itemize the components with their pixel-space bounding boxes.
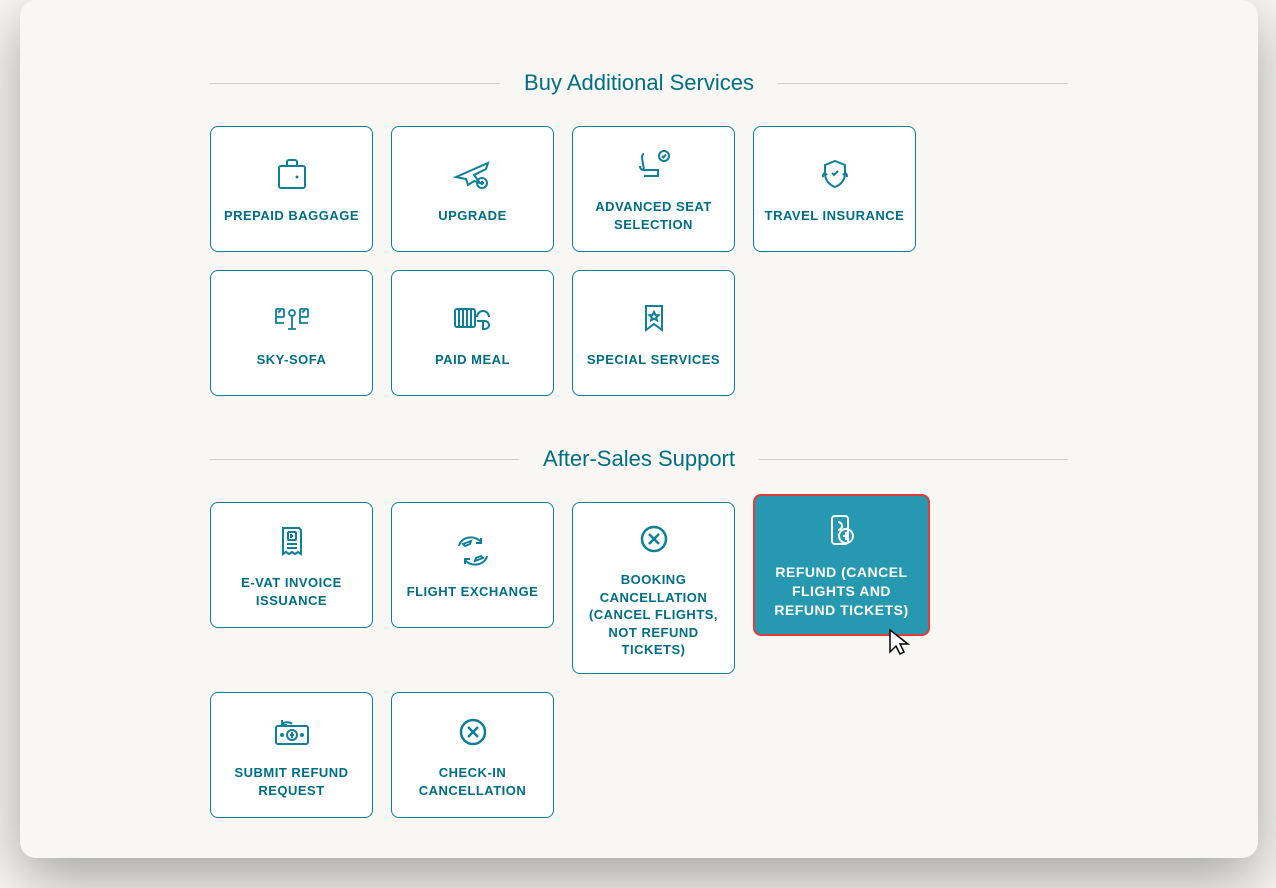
shield-icon <box>815 153 855 197</box>
card-label: SUBMIT REFUND REQUEST <box>219 764 364 799</box>
divider-line <box>210 83 500 84</box>
section-heading: Buy Additional Services <box>500 70 778 96</box>
card-label: SPECIAL SERVICES <box>587 351 720 369</box>
card-label: PAID MEAL <box>435 351 510 369</box>
main-panel: Buy Additional Services PREPAID BAGGAGE <box>20 0 1258 858</box>
card-label: CHECK-IN CANCELLATION <box>400 764 545 799</box>
divider-line <box>759 459 1068 460</box>
card-sky-sofa[interactable]: SKY-SOFA <box>210 270 373 396</box>
card-label: TRAVEL INSURANCE <box>765 207 905 225</box>
card-upgrade[interactable]: UPGRADE <box>391 126 554 252</box>
baggage-icon <box>273 153 311 197</box>
card-refund[interactable]: REFUND (CANCEL FLIGHTS AND REFUND TICKET… <box>753 494 930 636</box>
card-special-services[interactable]: SPECIAL SERVICES <box>572 270 735 396</box>
card-label: BOOKING CANCELLATION (CANCEL FLIGHTS, NO… <box>581 571 726 659</box>
divider-line <box>210 459 519 460</box>
card-label: SKY-SOFA <box>257 351 327 369</box>
card-label: PREPAID BAGGAGE <box>224 207 359 225</box>
card-label: E-VAT INVOICE ISSUANCE <box>219 574 364 609</box>
airplane-upgrade-icon <box>452 153 494 197</box>
bookmark-star-icon <box>640 297 668 341</box>
card-paid-meal[interactable]: PAID MEAL <box>391 270 554 396</box>
cancel-circle-icon <box>456 710 490 754</box>
card-flight-exchange[interactable]: FLIGHT EXCHANGE <box>391 502 554 628</box>
additional-services-grid: PREPAID BAGGAGE UPGRADE A <box>210 126 1068 396</box>
card-label: FLIGHT EXCHANGE <box>407 583 539 601</box>
refund-phone-icon <box>824 510 860 553</box>
card-prepaid-baggage[interactable]: PREPAID BAGGAGE <box>210 126 373 252</box>
after-sales-grid: E-VAT INVOICE ISSUANCE FLIGHT EXCHANGE <box>210 502 1068 818</box>
money-refund-icon <box>270 710 314 754</box>
card-label: REFUND (CANCEL FLIGHTS AND REFUND TICKET… <box>763 563 920 620</box>
sofa-seats-icon <box>270 297 314 341</box>
seat-icon <box>634 144 674 188</box>
section-heading: After-Sales Support <box>519 446 759 472</box>
invoice-icon <box>277 520 307 564</box>
divider-line <box>778 83 1068 84</box>
meal-icon <box>451 297 495 341</box>
card-booking-cancellation[interactable]: BOOKING CANCELLATION (CANCEL FLIGHTS, NO… <box>572 502 735 674</box>
section-title-aftersales: After-Sales Support <box>210 446 1068 472</box>
card-checkin-cancellation[interactable]: CHECK-IN CANCELLATION <box>391 692 554 818</box>
card-label: UPGRADE <box>438 207 507 225</box>
exchange-icon <box>453 529 493 573</box>
cancel-circle-icon <box>637 517 671 561</box>
card-evat-invoice[interactable]: E-VAT INVOICE ISSUANCE <box>210 502 373 628</box>
card-travel-insurance[interactable]: TRAVEL INSURANCE <box>753 126 916 252</box>
card-submit-refund[interactable]: SUBMIT REFUND REQUEST <box>210 692 373 818</box>
card-label: ADVANCED SEAT SELECTION <box>581 198 726 233</box>
section-title-additional: Buy Additional Services <box>210 70 1068 96</box>
card-advanced-seat[interactable]: ADVANCED SEAT SELECTION <box>572 126 735 252</box>
